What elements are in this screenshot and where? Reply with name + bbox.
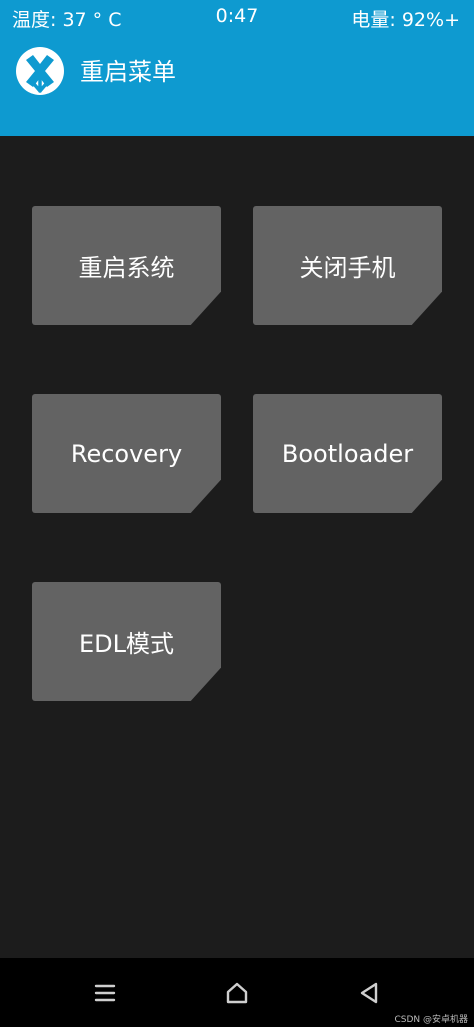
status-bar: 温度: 37 ° C 0:47 电量: 92%+ xyxy=(0,0,474,34)
home-icon[interactable] xyxy=(222,978,252,1008)
edl-mode-button[interactable]: EDL模式 xyxy=(32,582,221,701)
power-off-button[interactable]: 关闭手机 xyxy=(253,206,442,325)
menu-icon[interactable] xyxy=(90,978,120,1008)
reboot-recovery-button[interactable]: Recovery xyxy=(32,394,221,513)
page-title: 重启菜单 xyxy=(80,58,176,86)
battery-readout: 电量: 92%+ xyxy=(351,9,460,31)
reboot-system-button[interactable]: 重启系统 xyxy=(32,206,221,325)
reboot-menu-screen: 温度: 37 ° C 0:47 电量: 92%+ 重启菜单 重启系统 关闭手机 … xyxy=(0,0,474,1027)
back-icon[interactable] xyxy=(354,978,384,1008)
watermark: CSDN @安卓机器 xyxy=(394,1015,468,1025)
header: 重启菜单 xyxy=(0,34,474,136)
twrp-logo-icon xyxy=(16,47,64,95)
reboot-bootloader-button[interactable]: Bootloader xyxy=(253,394,442,513)
